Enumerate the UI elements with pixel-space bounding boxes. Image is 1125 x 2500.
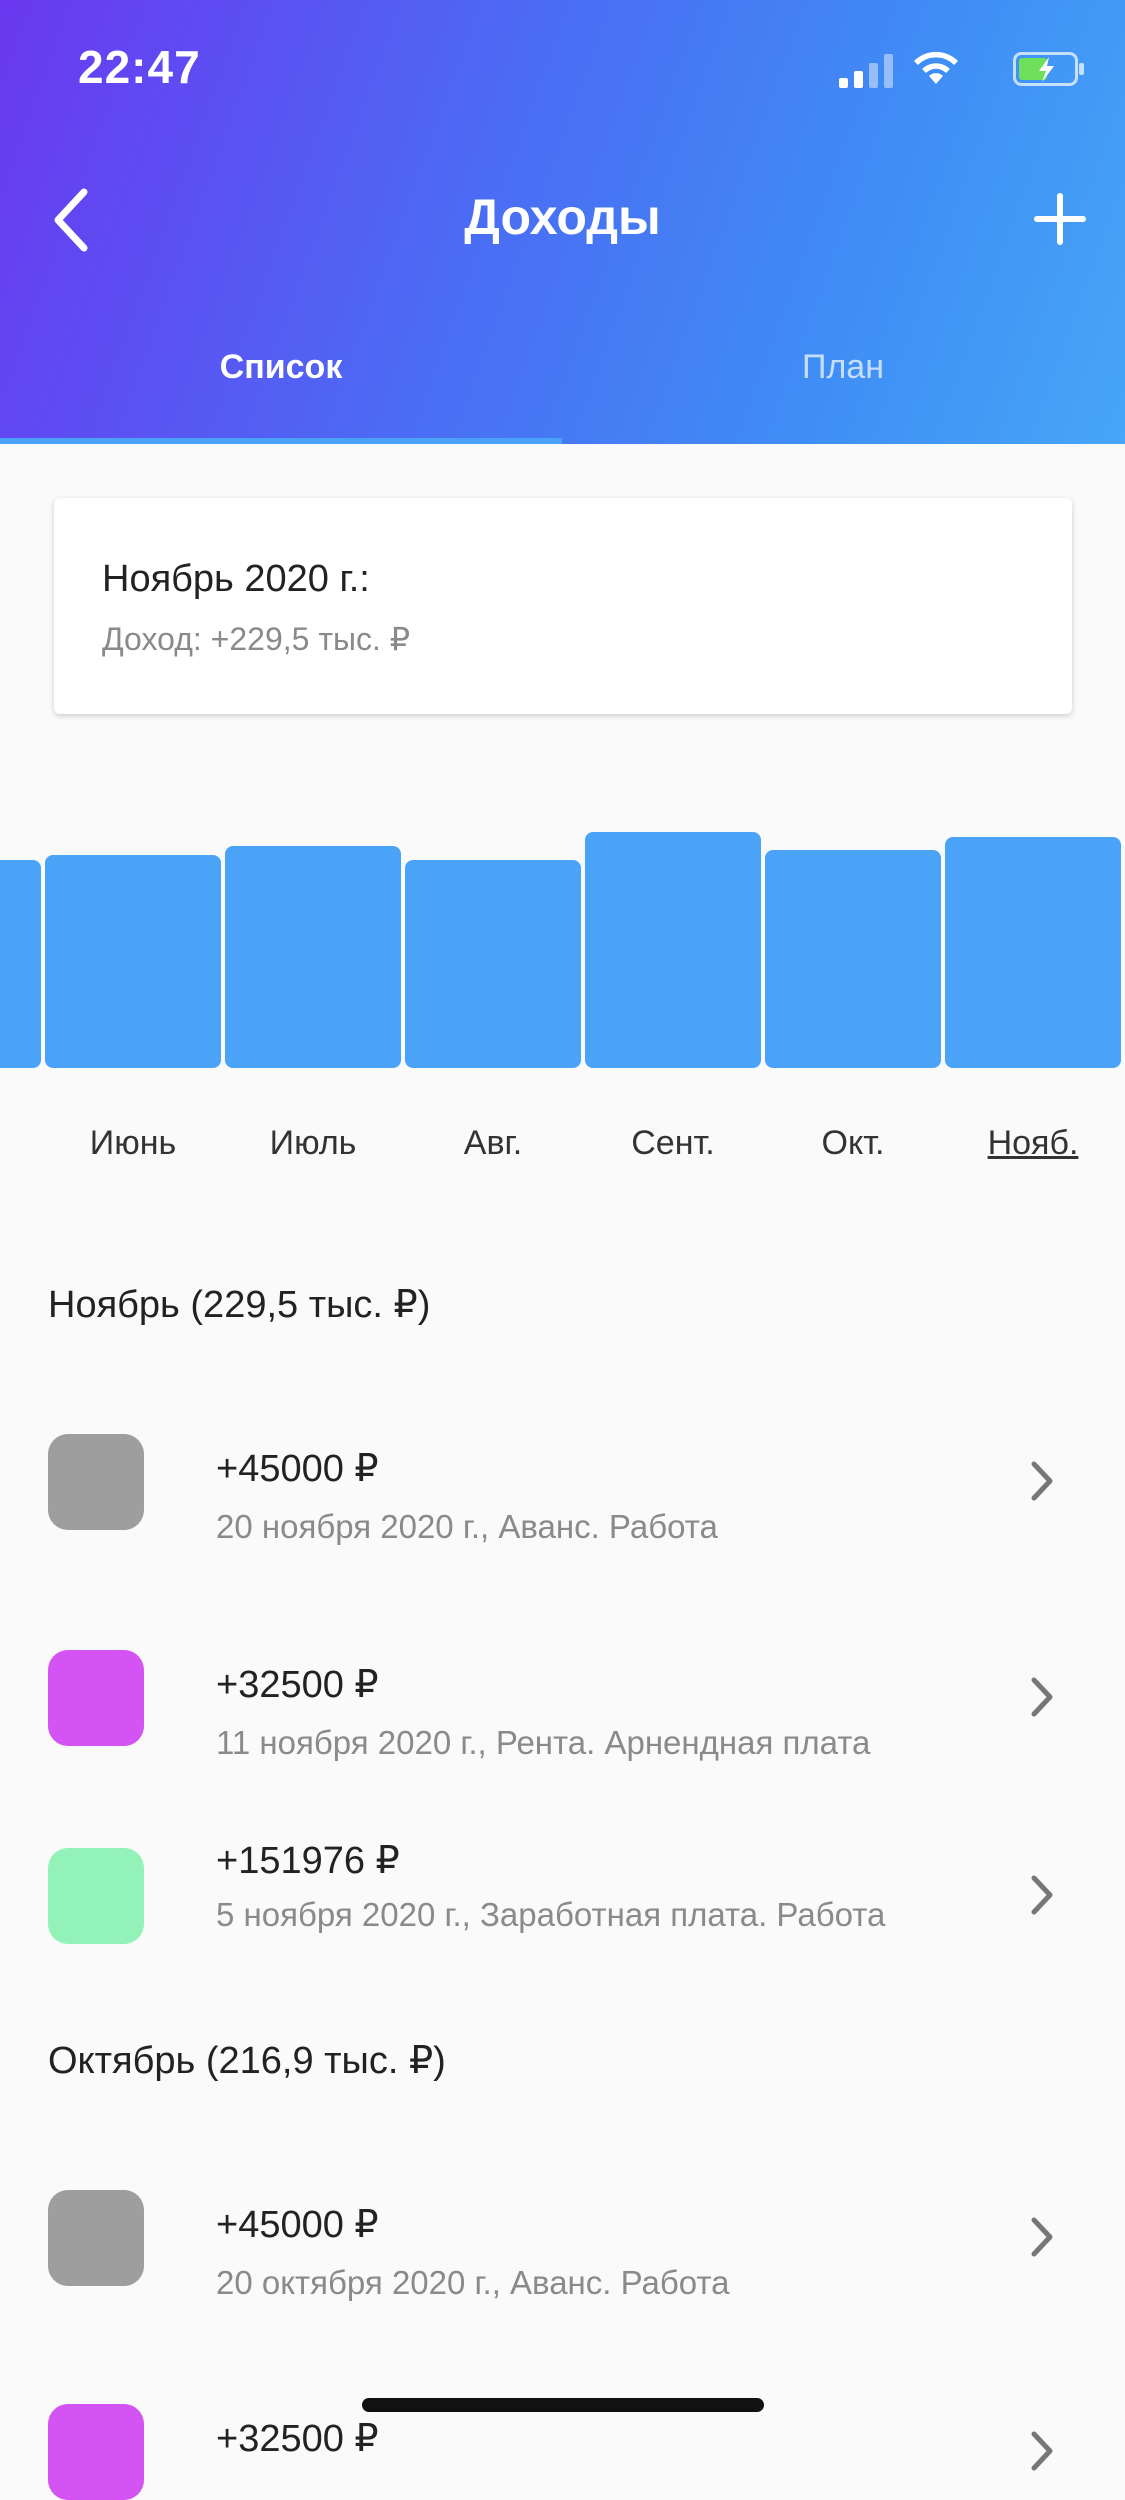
month-label[interactable]: Авг. [403,1124,583,1163]
category-color-swatch [48,1848,144,1944]
chart-bar-Окт.[interactable] [765,850,941,1068]
income-row[interactable]: +45000 ₽ 20 октября 2020 г., Аванс. Работ… [0,2190,1125,2301]
category-color-swatch [48,2404,144,2500]
income-row[interactable]: +151976 ₽ 5 ноября 2020 г., Заработная пл… [0,1840,1125,1944]
income-row[interactable]: +32500 ₽ 11 ноября 2020 г., Рента. Арненд… [0,1650,1125,1761]
month-label[interactable]: Июнь [43,1124,223,1163]
summary-income: Доход: +229,5 тыс. ₽ [102,621,411,657]
tab-indicator [0,438,562,444]
category-color-swatch [48,2190,144,2286]
section-header: Ноябрь (229,5 тыс. ₽) [48,1284,431,1326]
summary-card: Ноябрь 2020 г.: Доход: +229,5 тыс. ₽ [54,498,1072,714]
income-amount: +45000 ₽ [216,2204,379,2246]
header: 22:47 Доходы Список План [0,0,1125,444]
chevron-right-icon[interactable] [1022,1456,1062,1506]
income-description: 20 октября 2020 г., Аванс. Работа [216,2264,730,2301]
chart-bar-Авг.[interactable] [405,860,581,1068]
income-amount: +32500 ₽ [216,2418,379,2460]
battery-charging-icon [1013,52,1084,86]
income-amount: +151976 ₽ [216,1840,400,1882]
income-description: 5 ноября 2020 г., Заработная плата. Рабо… [216,1896,886,1933]
income-amount: +45000 ₽ [216,1448,379,1490]
chevron-right-icon[interactable] [1022,1870,1062,1920]
month-label[interactable]: Окт. [763,1124,943,1163]
category-color-swatch [48,1650,144,1746]
tab-list[interactable]: Список [0,348,562,387]
chevron-right-icon[interactable] [1022,1672,1062,1722]
home-indicator [362,2398,764,2412]
chart-bar-prev[interactable] [0,860,41,1068]
month-label[interactable]: Сент. [583,1124,763,1163]
month-label[interactable]: Июль [223,1124,403,1163]
chart-bar-Сент.[interactable] [585,832,761,1068]
tab-plan[interactable]: План [562,348,1124,387]
chart-bar-Июнь[interactable] [45,855,221,1068]
income-bar-chart[interactable] [0,780,1125,1180]
chevron-right-icon[interactable] [1022,2212,1062,2262]
income-amount: +32500 ₽ [216,1664,379,1706]
status-time: 22:47 [78,41,201,93]
add-button[interactable] [1025,184,1095,254]
month-label[interactable]: Нояб. [943,1124,1123,1163]
section-header: Октябрь (216,9 тыс. ₽) [48,2040,446,2082]
income-row[interactable]: +32500 ₽ [0,2404,1125,2500]
income-description: 11 ноября 2020 г., Рента. Арнендная плат… [216,1724,871,1761]
category-color-swatch [48,1434,144,1530]
chart-bar-Нояб.[interactable] [945,837,1121,1068]
page-title: Доходы [464,189,661,245]
income-row[interactable]: +45000 ₽ 20 ноября 2020 г., Аванс. Работа [0,1434,1125,1545]
chart-bar-Июль[interactable] [225,846,401,1068]
wifi-icon [914,51,958,84]
summary-title: Ноябрь 2020 г.: [102,558,370,600]
status-icons [825,48,1085,88]
chevron-right-icon[interactable] [1022,2426,1062,2476]
signal-icon [839,54,893,88]
plus-icon [1034,193,1086,245]
income-description: 20 ноября 2020 г., Аванс. Работа [216,1508,718,1545]
